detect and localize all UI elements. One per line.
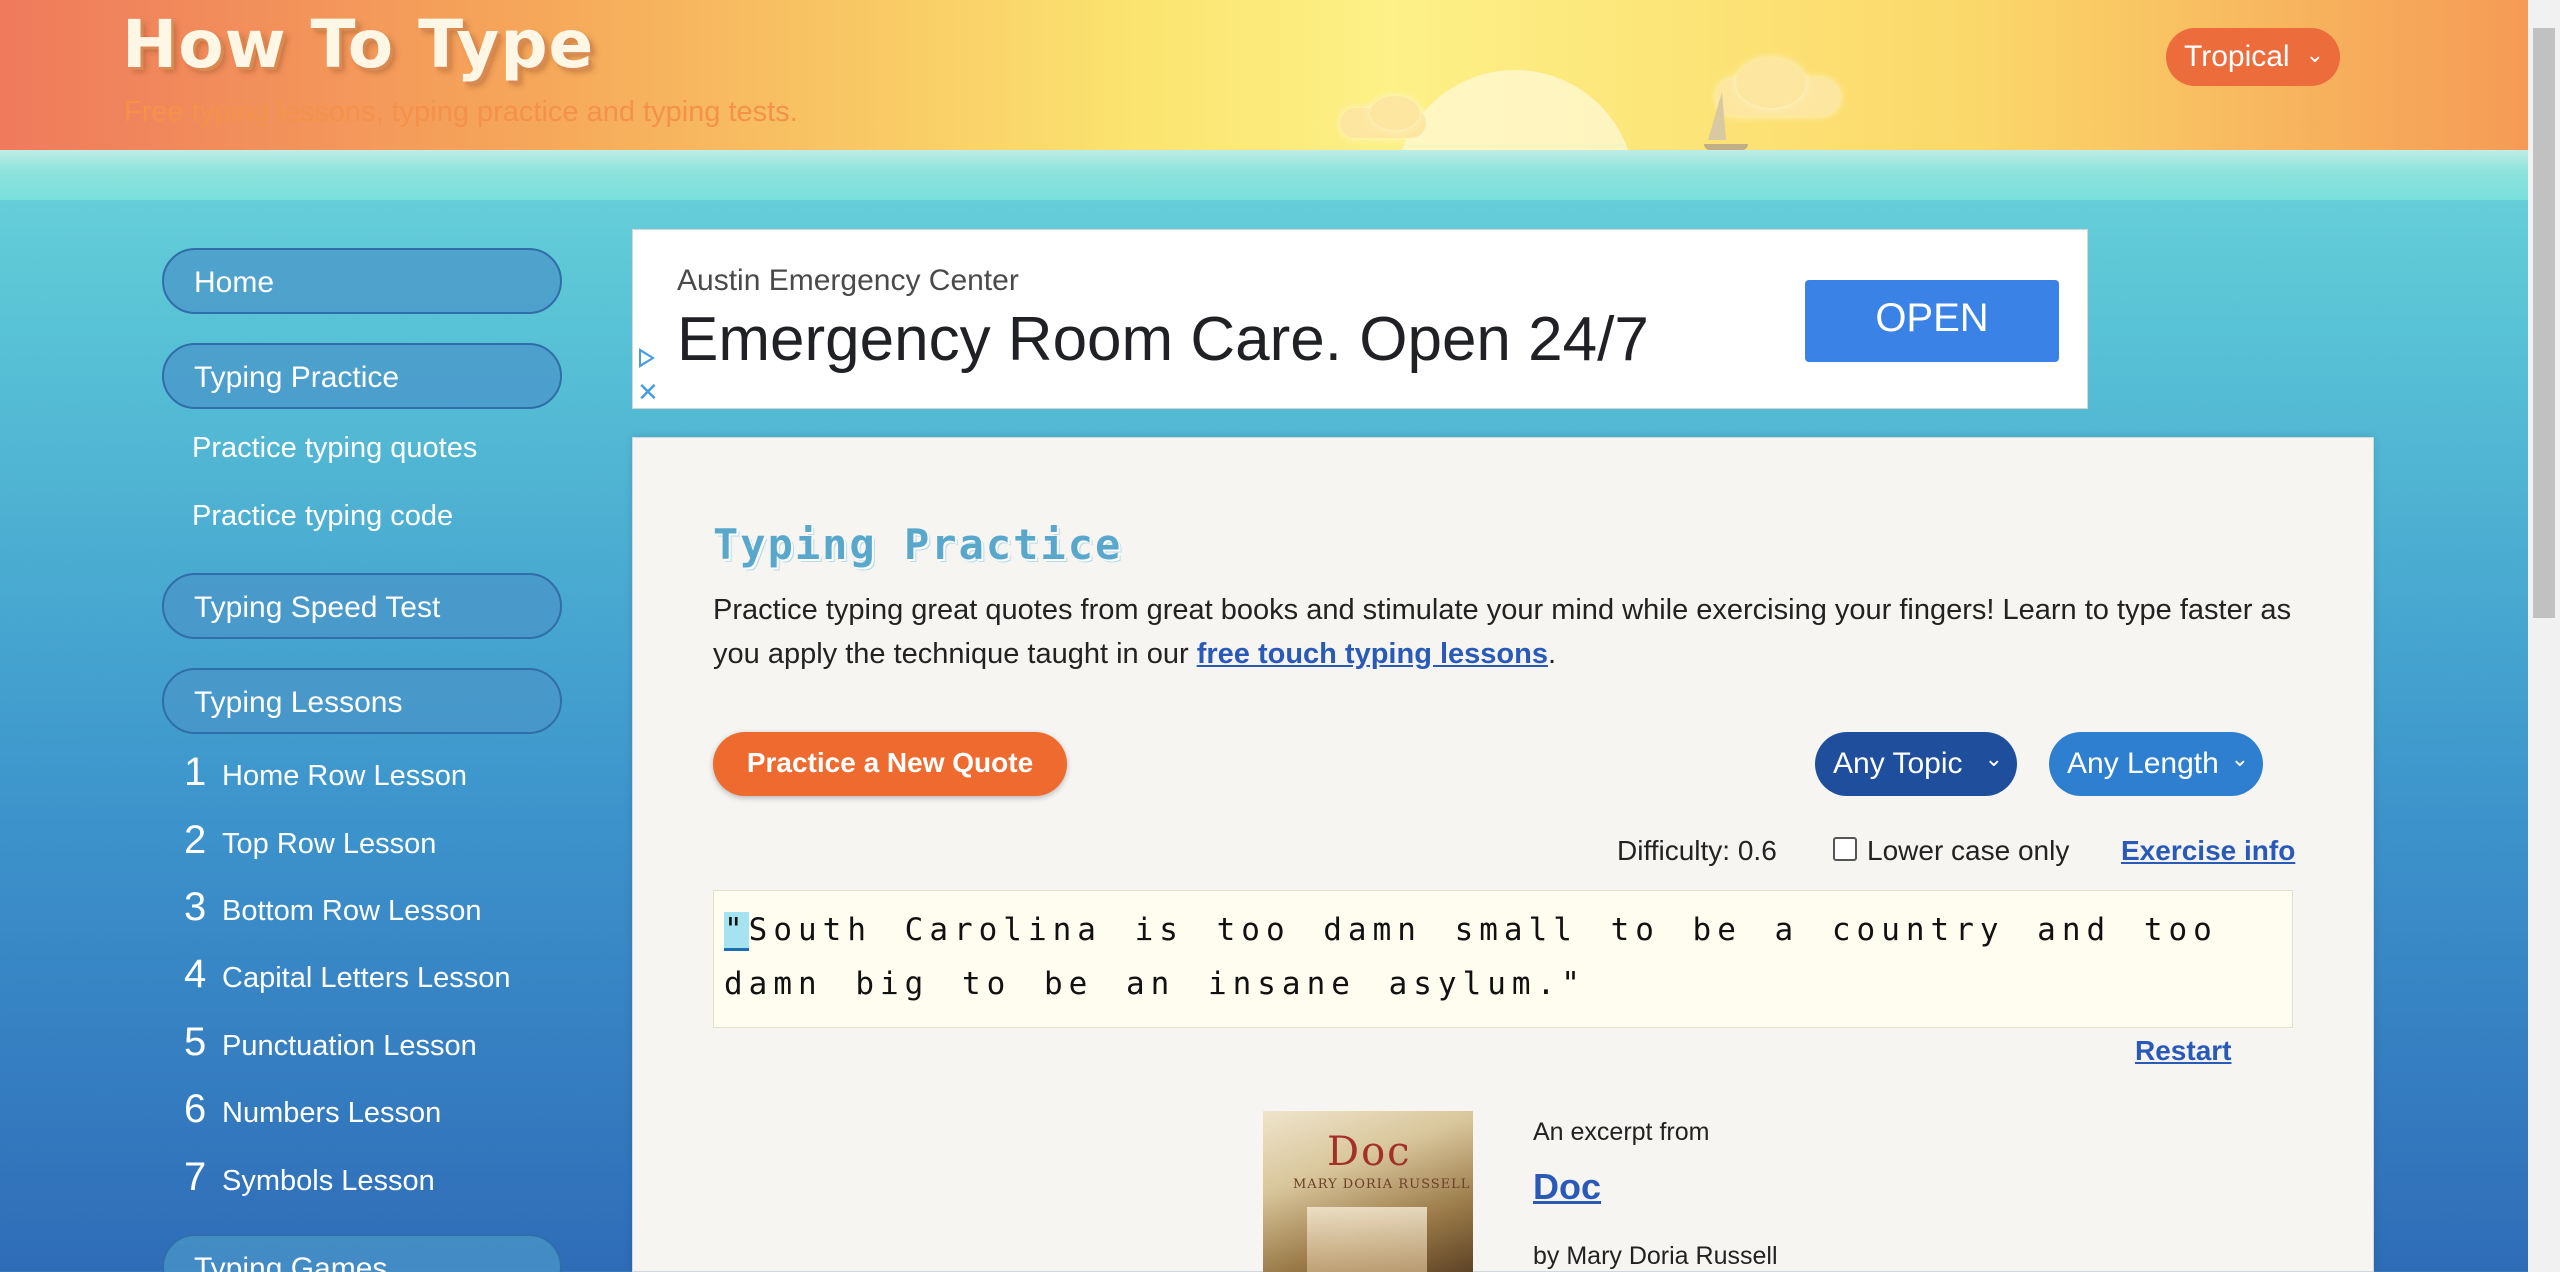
ad-advertiser[interactable]: Austin Emergency Center [677, 264, 1019, 298]
lesson-label: Numbers Lesson [222, 1097, 442, 1129]
cloud-decoration [1736, 58, 1806, 108]
length-select-value: Any Length [2067, 747, 2219, 780]
sidebar-item-home[interactable]: Home [162, 248, 562, 314]
lesson-number: 2 [184, 818, 207, 862]
sidebar-item-typing-games[interactable]: Typing Games [162, 1234, 562, 1272]
topic-select[interactable]: Any Topic ⌄ [1815, 732, 2017, 796]
cover-title: Doc [1327, 1129, 1412, 1175]
site-header: How To Type Free typing lessons, typing … [0, 0, 2528, 155]
sidebar-lesson-symbols[interactable]: 7 Symbols Lesson [184, 1155, 435, 1200]
chevron-down-icon: ⌄ [2305, 42, 2324, 67]
new-quote-button[interactable]: Practice a New Quote [713, 732, 1067, 796]
page-title: Typing Practice [713, 520, 1123, 569]
lesson-number: 6 [184, 1087, 207, 1131]
cover-window-art [1307, 1207, 1427, 1272]
topic-select-value: Any Topic [1833, 747, 1963, 780]
chevron-down-icon: ⌄ [1984, 746, 2003, 771]
typing-cursor: " [724, 912, 749, 951]
chevron-down-icon: ⌄ [2230, 746, 2249, 771]
theme-select[interactable]: Tropical ⌄ [2166, 28, 2340, 86]
lowercase-checkbox[interactable] [1833, 837, 1857, 861]
sidebar-lesson-home-row[interactable]: 1 Home Row Lesson [184, 750, 467, 795]
main-content-panel: Typing Practice Practice typing great qu… [632, 437, 2374, 1272]
book-title-link[interactable]: Doc [1533, 1166, 1601, 1208]
excerpt-label: An excerpt from [1533, 1118, 1710, 1146]
lesson-number: 1 [184, 750, 207, 794]
lesson-number: 4 [184, 952, 207, 996]
difficulty-value: Difficulty: 0.6 [1617, 835, 1777, 866]
sea-decoration [0, 150, 2528, 200]
sidebar-item-practice-quotes[interactable]: Practice typing quotes [192, 432, 477, 465]
sidebar-item-speed-test[interactable]: Typing Speed Test [162, 573, 562, 639]
cloud-decoration [1370, 96, 1420, 130]
sidebar-lesson-numbers[interactable]: 6 Numbers Lesson [184, 1087, 441, 1132]
ad-open-button[interactable]: OPEN [1805, 280, 2059, 362]
cover-author: MARY DORIA RUSSELL [1293, 1177, 1471, 1192]
sun-decoration [1395, 70, 1635, 155]
sidebar-item-typing-practice[interactable]: Typing Practice [162, 343, 562, 409]
sidebar-lesson-bottom-row[interactable]: 3 Bottom Row Lesson [184, 885, 482, 930]
lesson-number: 5 [184, 1020, 207, 1064]
lowercase-label[interactable]: Lower case only [1867, 835, 2069, 867]
lesson-label: Top Row Lesson [222, 828, 437, 860]
lesson-number: 3 [184, 885, 207, 929]
sidebar-lesson-capital-letters[interactable]: 4 Capital Letters Lesson [184, 952, 511, 997]
sidebar-lesson-punctuation[interactable]: 5 Punctuation Lesson [184, 1020, 477, 1065]
book-author: by Mary Doria Russell [1533, 1242, 1778, 1270]
sidebar-item-practice-code[interactable]: Practice typing code [192, 500, 453, 533]
lesson-label: Home Row Lesson [222, 760, 467, 792]
exercise-info-link[interactable]: Exercise info [2121, 835, 2295, 867]
intro-end: . [1547, 638, 1557, 670]
sailboat-decoration [1708, 92, 1726, 140]
book-cover-image[interactable]: Doc MARY DORIA RUSSELL [1263, 1111, 1473, 1272]
typing-text-area[interactable]: "South Carolina is too damn small to be … [713, 890, 2293, 1028]
sidebar-item-typing-lessons[interactable]: Typing Lessons [162, 668, 562, 734]
ad-choices-icon[interactable] [639, 348, 655, 368]
lesson-label: Symbols Lesson [222, 1165, 435, 1197]
restart-link[interactable]: Restart [2135, 1035, 2231, 1067]
site-tagline: Free typing lessons, typing practice and… [124, 96, 798, 128]
advertisement-banner[interactable]: Austin Emergency Center Emergency Room C… [632, 229, 2088, 409]
ad-headline[interactable]: Emergency Room Care. Open 24/7 [677, 304, 1649, 375]
lesson-label: Bottom Row Lesson [222, 895, 482, 927]
scrollbar-thumb[interactable] [2533, 28, 2555, 618]
close-icon[interactable]: ✕ [637, 380, 659, 406]
sidebar-lesson-top-row[interactable]: 2 Top Row Lesson [184, 818, 436, 863]
free-lessons-link[interactable]: free touch typing lessons [1197, 638, 1548, 670]
length-select[interactable]: Any Length ⌄ [2049, 732, 2263, 796]
intro-text: Practice typing great quotes from great … [713, 588, 2333, 676]
page-scrollbar[interactable] [2528, 0, 2560, 1272]
lesson-label: Punctuation Lesson [222, 1030, 477, 1062]
lesson-number: 7 [184, 1155, 207, 1199]
site-title[interactable]: How To Type [122, 6, 594, 83]
theme-select-value: Tropical [2184, 40, 2290, 73]
lesson-label: Capital Letters Lesson [222, 962, 511, 994]
quote-text: South Carolina is too damn small to be a… [724, 912, 2218, 1002]
